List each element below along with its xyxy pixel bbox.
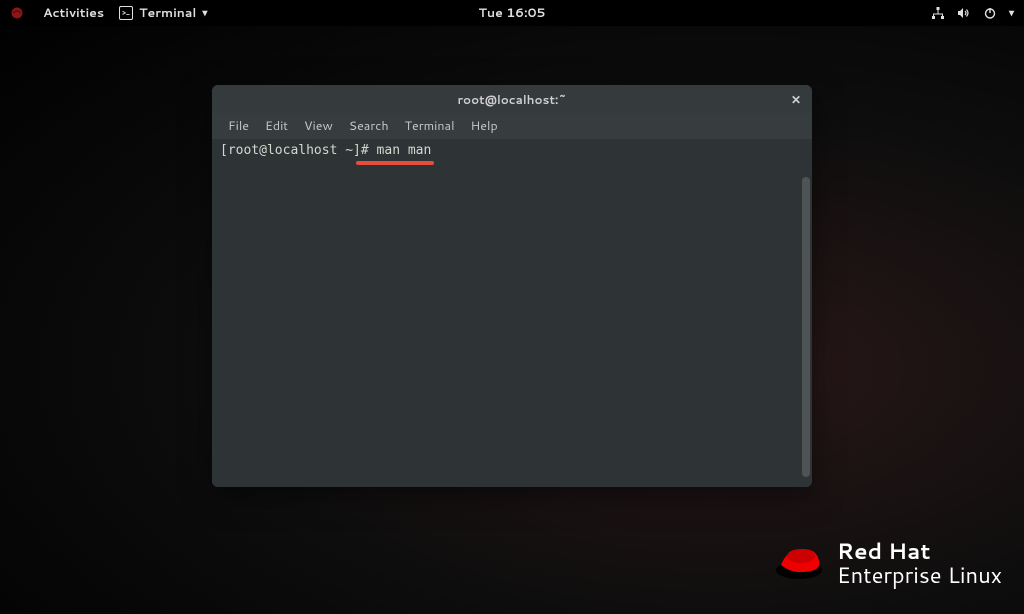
- menubar: File Edit View Search Terminal Help: [212, 113, 812, 139]
- app-menu[interactable]: >_ Terminal ▾: [119, 4, 207, 22]
- volume-icon[interactable]: [957, 6, 971, 20]
- terminal-window: root@localhost:~ ✕ File Edit View Search…: [212, 85, 812, 487]
- chevron-down-icon[interactable]: ▾: [1009, 6, 1014, 20]
- menu-view[interactable]: View: [296, 117, 341, 135]
- terminal-app-icon: >_: [119, 6, 133, 20]
- chevron-down-icon: ▾: [202, 6, 207, 20]
- app-menu-label: Terminal: [139, 4, 196, 22]
- annotation-underline: [356, 161, 434, 165]
- terminal-command: man man: [377, 143, 432, 158]
- scrollbar[interactable]: [802, 177, 810, 477]
- network-icon[interactable]: [931, 6, 945, 20]
- distro-logo-icon: [10, 6, 24, 20]
- menu-file[interactable]: File: [220, 117, 257, 135]
- power-icon[interactable]: [983, 6, 997, 20]
- menu-edit[interactable]: Edit: [257, 117, 296, 135]
- brand-logo: Red Hat Enterprise Linux: [773, 540, 1002, 588]
- terminal-prompt: [root@localhost ~]#: [220, 143, 377, 158]
- brand-subtitle: Enterprise Linux: [837, 564, 1002, 588]
- clock[interactable]: Tue 16:05: [479, 4, 546, 22]
- top-bar: Activities >_ Terminal ▾ Tue 16:05 ▾: [0, 0, 1024, 26]
- menu-help[interactable]: Help: [463, 117, 506, 135]
- redhat-icon: [773, 541, 825, 587]
- menu-search[interactable]: Search: [341, 117, 397, 135]
- close-button[interactable]: ✕: [788, 91, 804, 107]
- window-title: root@localhost:~: [457, 91, 566, 108]
- menu-terminal[interactable]: Terminal: [397, 117, 463, 135]
- activities-button[interactable]: Activities: [43, 4, 104, 22]
- terminal-body[interactable]: [root@localhost ~]# man man: [212, 139, 812, 487]
- titlebar[interactable]: root@localhost:~ ✕: [212, 85, 812, 113]
